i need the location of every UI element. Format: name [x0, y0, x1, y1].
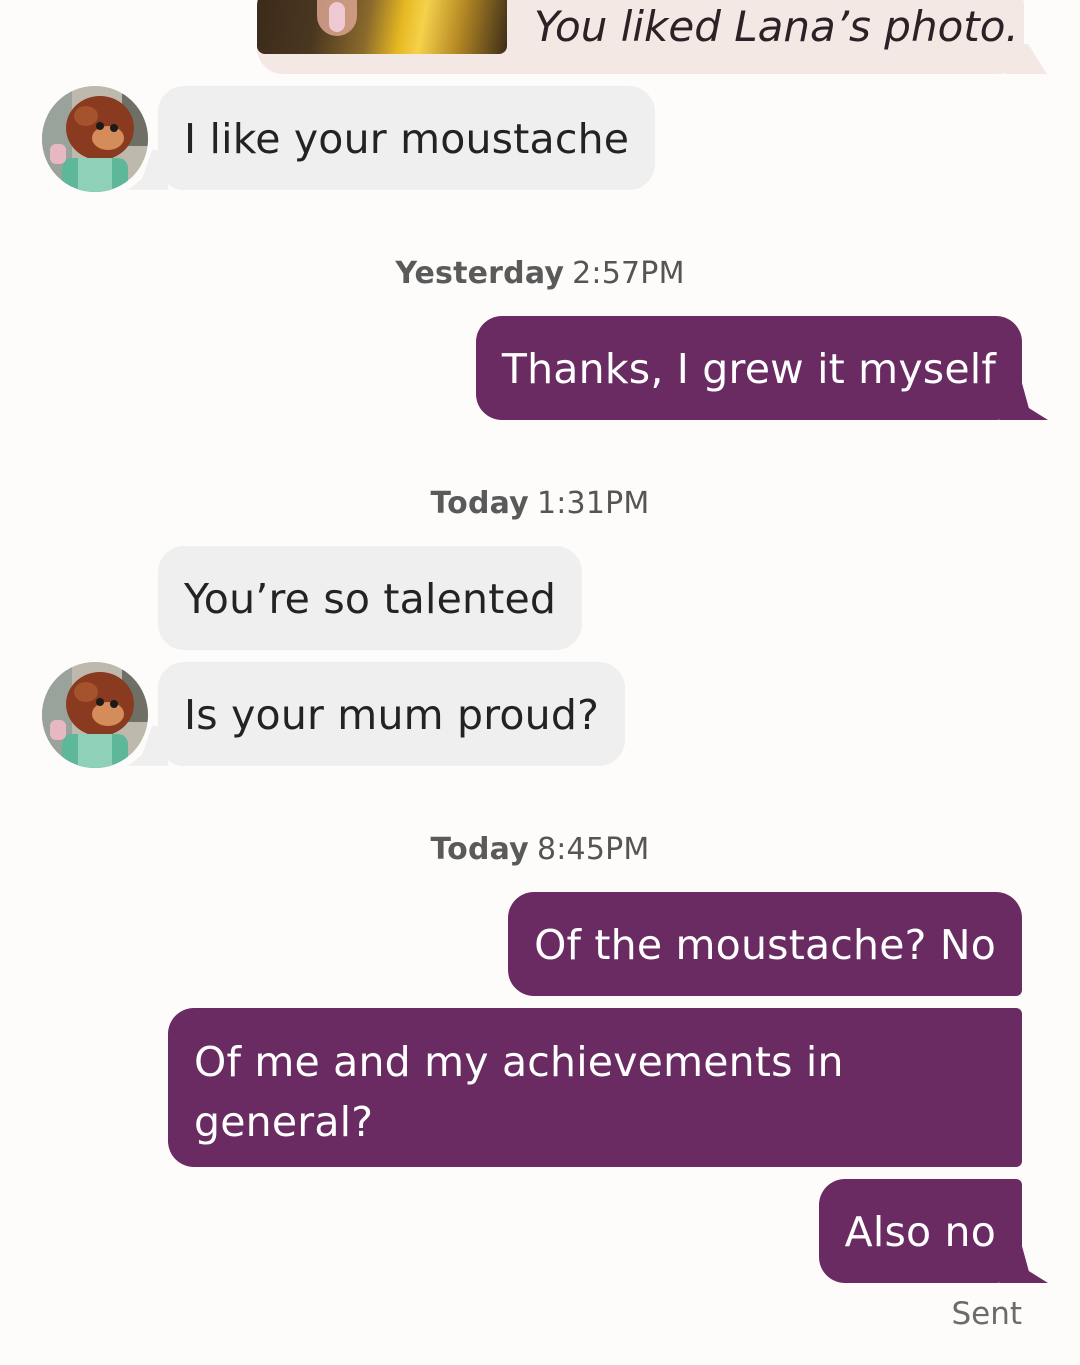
timestamp-time: 1:31PM [536, 486, 650, 521]
message-bubble-outgoing[interactable]: Of the moustache? No [508, 892, 1022, 996]
timestamp-time: 8:45PM [536, 832, 650, 867]
timestamp-day: Today [430, 486, 529, 521]
chat-screen: You liked Lana’s photo. I like your mous… [0, 0, 1080, 1365]
contact-avatar[interactable] [42, 662, 148, 768]
message-text: I like your moustache [184, 115, 630, 163]
message-bubble-outgoing[interactable]: Of me and my achievements in general? [168, 1008, 1022, 1167]
photo-nail-detail [329, 2, 345, 32]
message-bubble-incoming[interactable]: I like your moustache [158, 86, 656, 190]
message-text: Of me and my achievements in general? [194, 1038, 844, 1146]
message-text: Thanks, I grew it myself [501, 345, 996, 393]
message-bubble-incoming[interactable]: Is your mum proud? [158, 662, 626, 766]
timestamp: Yesterday 2:57PM [0, 256, 1080, 291]
message-bubble-outgoing[interactable]: Also no [818, 1179, 1022, 1283]
message-text: You’re so talented [184, 575, 557, 623]
puppet-monkey-avatar-icon [42, 662, 148, 768]
bubble-tail-outgoing [1000, 380, 1048, 420]
message-bubble-outgoing[interactable]: Thanks, I grew it myself [475, 316, 1022, 420]
liked-card-tail [1005, 44, 1047, 74]
message-text: Of the moustache? No [534, 921, 996, 969]
message-status: Sent [951, 1296, 1022, 1332]
message-text: Is your mum proud? [184, 691, 600, 739]
liked-photo-text: You liked Lana’s photo. [534, 2, 1019, 51]
message-bubble-incoming[interactable]: You’re so talented [158, 546, 583, 650]
liked-photo-card[interactable]: You liked Lana’s photo. [257, 0, 1024, 74]
bubble-tail-outgoing [1000, 1243, 1048, 1283]
timestamp: Today 1:31PM [0, 486, 1080, 521]
message-text: Also no [844, 1208, 996, 1256]
timestamp: Today 8:45PM [0, 832, 1080, 867]
timestamp-time: 2:57PM [572, 256, 685, 291]
liked-photo-thumbnail[interactable] [257, 0, 507, 54]
contact-avatar[interactable] [42, 86, 148, 192]
timestamp-day: Today [430, 832, 529, 867]
timestamp-day: Yesterday [395, 256, 565, 291]
puppet-monkey-avatar-icon [42, 86, 148, 192]
